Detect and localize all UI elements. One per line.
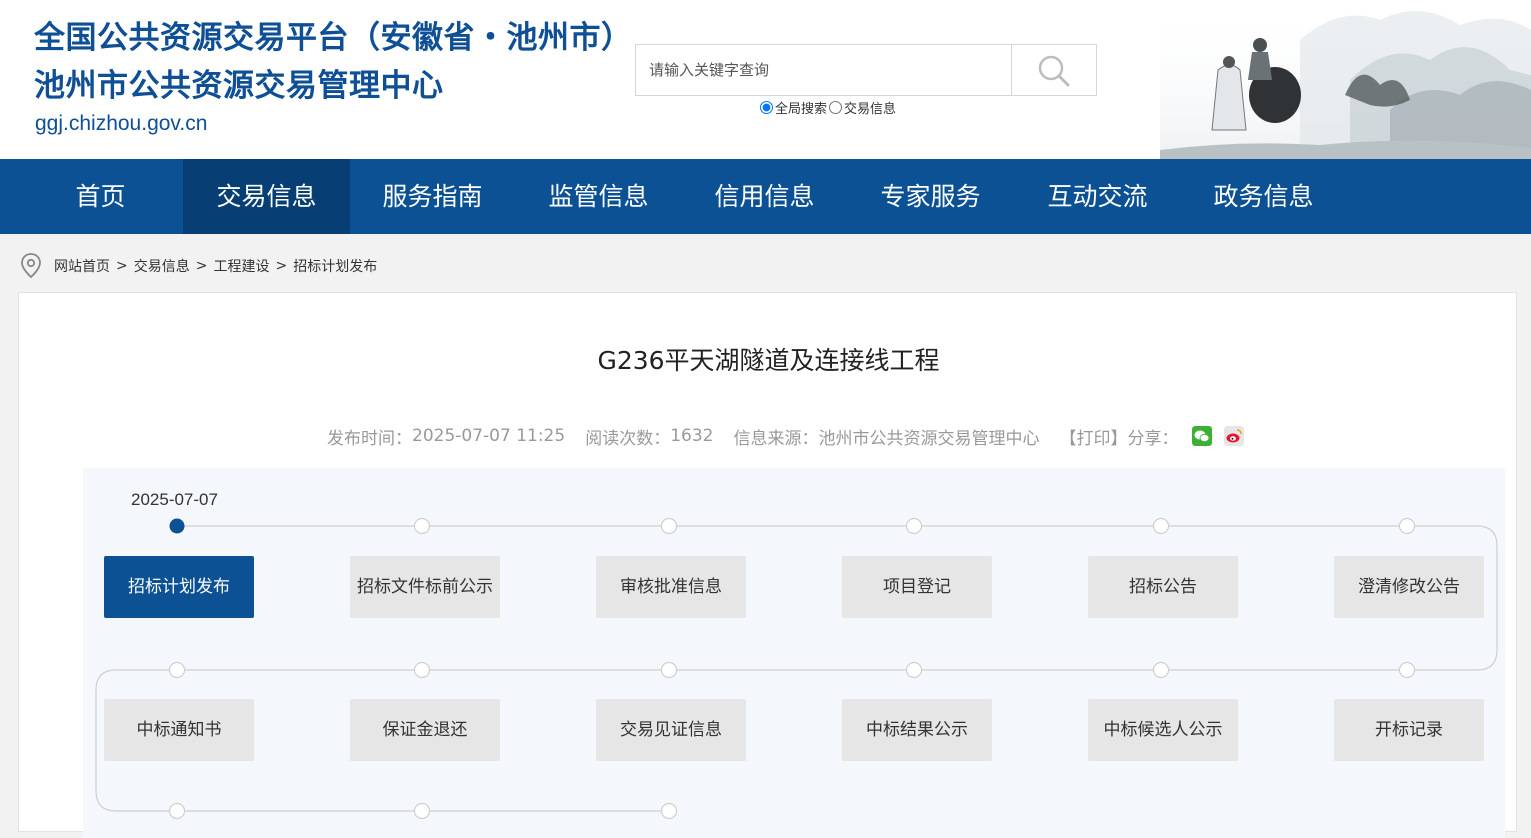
search-box (635, 44, 1097, 96)
views-count: 1632 (670, 426, 714, 446)
breadcrumb-separator: > (116, 258, 128, 274)
main-nav: 首页 交易信息 服务指南 监管信息 信用信息 专家服务 互动交流 政务信息 (0, 159, 1531, 234)
site-header: 全国公共资源交易平台（安徽省・池州市） 池州市公共资源交易管理中心 ggj.ch… (0, 0, 1531, 159)
search-scope-global-radio[interactable] (760, 101, 773, 114)
search-scope-trade-label: 交易信息 (844, 102, 897, 117)
location-pin-icon (21, 253, 41, 279)
step-award-notice[interactable]: 中标通知书 (104, 699, 254, 761)
site-domain: ggj.chizhou.gov.cn (35, 112, 208, 135)
timeline-node (1152, 661, 1170, 679)
wechat-share-icon[interactable] (1192, 426, 1213, 446)
timeline-node (1398, 517, 1416, 535)
search-input[interactable] (636, 45, 1011, 95)
step-award-result[interactable]: 中标结果公示 (842, 699, 992, 761)
nav-item-credit[interactable]: 信用信息 (681, 159, 848, 234)
timeline-node (660, 802, 678, 820)
search-scope: 全局搜索 交易信息 (758, 98, 896, 117)
nav-item-supervision[interactable]: 监管信息 (515, 159, 682, 234)
article-card: G236平天湖隧道及连接线工程 发布时间： 2025-07-07 11:25 阅… (18, 292, 1517, 838)
timeline-node (168, 802, 186, 820)
breadcrumb-current[interactable]: 招标计划发布 (293, 256, 377, 276)
step-witness-info[interactable]: 交易见证信息 (596, 699, 746, 761)
share-label: 分享： (1127, 428, 1179, 449)
nav-item-home[interactable]: 首页 (17, 159, 184, 234)
search-scope-global[interactable]: 全局搜索 (758, 98, 827, 117)
nav-item-service-guide[interactable]: 服务指南 (349, 159, 516, 234)
nav-item-trade-info[interactable]: 交易信息 (183, 159, 350, 234)
step-candidate-notice[interactable]: 中标候选人公示 (1088, 699, 1238, 761)
search-scope-trade-radio[interactable] (829, 101, 843, 114)
timeline-node (1398, 661, 1416, 679)
timeline-node (413, 802, 431, 820)
publish-time-label: 发布时间： (327, 428, 412, 449)
timeline-node (905, 661, 923, 679)
step-deposit-refund[interactable]: 保证金退还 (350, 699, 500, 761)
breadcrumb-home[interactable]: 网站首页 (54, 256, 110, 276)
site-title-primary: 全国公共资源交易平台（安徽省・池州市） (34, 20, 633, 56)
timeline-node (413, 661, 431, 679)
landscape-painting-banner (1160, 0, 1531, 159)
step-bid-announcement[interactable]: 招标公告 (1088, 556, 1238, 618)
source-value: 池州市公共资源交易管理中心 (818, 428, 1040, 449)
breadcrumb-separator: > (275, 258, 288, 274)
step-project-registration[interactable]: 项目登记 (842, 556, 992, 618)
step-clarification[interactable]: 澄清修改公告 (1334, 556, 1484, 618)
search-icon (1038, 55, 1070, 87)
nav-item-expert[interactable]: 专家服务 (847, 159, 1014, 234)
site-title-secondary: 池州市公共资源交易管理中心 (34, 68, 444, 104)
breadcrumb-trade-info[interactable]: 交易信息 (134, 256, 190, 276)
source-label: 信息来源： (733, 428, 819, 449)
article-title: G236平天湖隧道及连接线工程 (597, 346, 940, 375)
timeline-node (905, 517, 923, 535)
step-bid-plan[interactable]: 招标计划发布 (104, 556, 254, 618)
search-scope-trade[interactable]: 交易信息 (827, 98, 896, 117)
timeline-node (168, 661, 186, 679)
breadcrumb: 网站首页 > 交易信息 > 工程建设 > 招标计划发布 (20, 252, 377, 280)
print-link[interactable]: 【打印】 (1059, 424, 1127, 449)
process-timeline: 2025-07-07 招标计划发布 招标文件标前公示 审核批准信息 项目登记 招… (83, 468, 1505, 838)
timeline-current-date: 2025-07-07 (131, 490, 218, 509)
step-approval-info[interactable]: 审核批准信息 (596, 556, 746, 618)
search-button[interactable] (1011, 45, 1096, 95)
nav-item-interaction[interactable]: 互动交流 (1014, 159, 1181, 234)
timeline-node-current (169, 518, 185, 534)
timeline-node (1152, 517, 1170, 535)
nav-item-government[interactable]: 政务信息 (1180, 159, 1347, 234)
timeline-node (413, 517, 431, 535)
timeline-track (95, 517, 1498, 820)
timeline-node (660, 517, 678, 535)
weibo-share-icon[interactable] (1224, 426, 1245, 446)
article-meta: 发布时间： 2025-07-07 11:25 阅读次数： 1632 信息来源： … (327, 424, 1245, 449)
step-bid-doc-preview[interactable]: 招标文件标前公示 (350, 556, 500, 618)
timeline-node (660, 661, 678, 679)
breadcrumb-separator: > (195, 258, 208, 274)
search-scope-global-label: 全局搜索 (775, 102, 828, 117)
publish-time: 2025-07-07 11:25 (412, 426, 566, 446)
breadcrumb-construction[interactable]: 工程建设 (213, 256, 269, 276)
views-label: 阅读次数： (585, 428, 671, 449)
step-bid-opening-record[interactable]: 开标记录 (1334, 699, 1484, 761)
